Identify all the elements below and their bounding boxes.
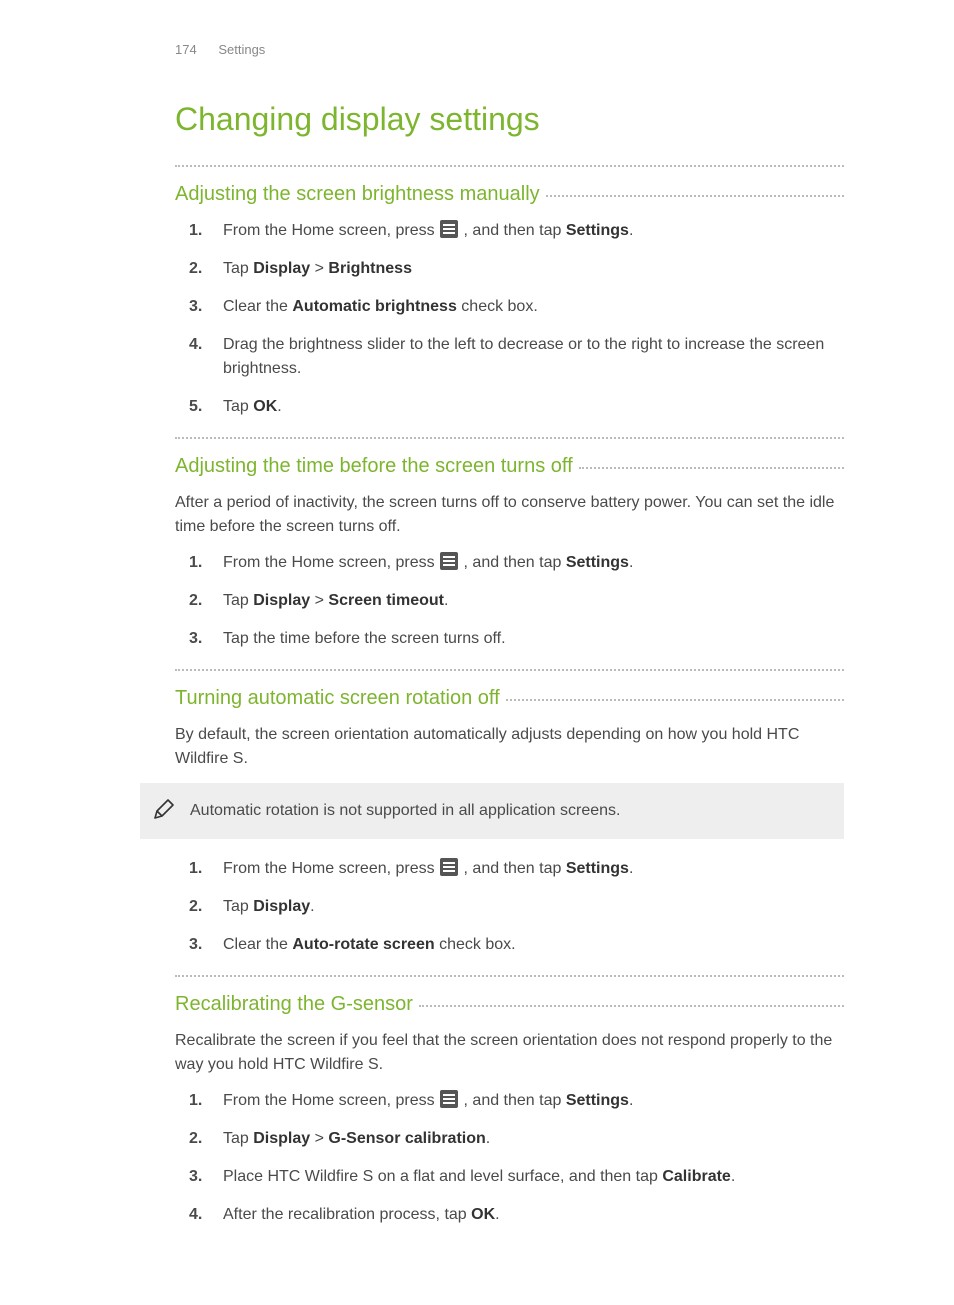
- page-content: 174 Settings Changing display settings A…: [0, 0, 954, 1305]
- steps-list: From the Home screen, press , and then t…: [175, 219, 844, 419]
- dotted-trail: [506, 699, 844, 701]
- divider: [175, 437, 844, 439]
- steps-list: From the Home screen, press , and then t…: [175, 551, 844, 651]
- section-heading: Turning automatic screen rotation off: [175, 683, 506, 713]
- menu-icon: [440, 220, 458, 238]
- dotted-trail: [579, 467, 844, 469]
- page-title: Changing display settings: [175, 95, 844, 143]
- dotted-trail: [419, 1005, 844, 1007]
- divider: [175, 165, 844, 167]
- section-intro: After a period of inactivity, the screen…: [175, 491, 844, 539]
- steps-list: From the Home screen, press , and then t…: [175, 857, 844, 957]
- step-item: After the recalibration process, tap OK.: [175, 1203, 844, 1227]
- header-section-name: Settings: [218, 42, 265, 57]
- note-box: Automatic rotation is not supported in a…: [140, 783, 844, 839]
- section-intro: By default, the screen orientation autom…: [175, 723, 844, 771]
- step-item: From the Home screen, press , and then t…: [175, 1089, 844, 1113]
- section-header: Turning automatic screen rotation off: [175, 683, 844, 713]
- step-item: From the Home screen, press , and then t…: [175, 857, 844, 881]
- section-heading: Adjusting the time before the screen tur…: [175, 451, 579, 481]
- step-item: Tap Display > G-Sensor calibration.: [175, 1127, 844, 1151]
- divider: [175, 669, 844, 671]
- menu-icon: [440, 1090, 458, 1108]
- step-item: Clear the Auto-rotate screen check box.: [175, 933, 844, 957]
- note-text: Automatic rotation is not supported in a…: [190, 802, 620, 819]
- step-item: Clear the Automatic brightness check box…: [175, 295, 844, 319]
- page-header: 174 Settings: [175, 40, 844, 60]
- section-heading: Recalibrating the G-sensor: [175, 989, 419, 1019]
- step-item: From the Home screen, press , and then t…: [175, 219, 844, 243]
- page-number: 174: [175, 42, 197, 57]
- section-intro: Recalibrate the screen if you feel that …: [175, 1029, 844, 1077]
- divider: [175, 975, 844, 977]
- menu-icon: [440, 858, 458, 876]
- step-item: Tap Display > Screen timeout.: [175, 589, 844, 613]
- step-item: Drag the brightness slider to the left t…: [175, 333, 844, 381]
- pencil-icon: [152, 797, 176, 821]
- step-item: Tap the time before the screen turns off…: [175, 627, 844, 651]
- step-item: Tap OK.: [175, 395, 844, 419]
- step-item: Tap Display > Brightness: [175, 257, 844, 281]
- step-item: From the Home screen, press , and then t…: [175, 551, 844, 575]
- section-header: Adjusting the time before the screen tur…: [175, 451, 844, 481]
- section-header: Adjusting the screen brightness manually: [175, 179, 844, 209]
- section-heading: Adjusting the screen brightness manually: [175, 179, 546, 209]
- menu-icon: [440, 552, 458, 570]
- steps-list: From the Home screen, press , and then t…: [175, 1089, 844, 1227]
- step-item: Place HTC Wildfire S on a flat and level…: [175, 1165, 844, 1189]
- step-item: Tap Display.: [175, 895, 844, 919]
- section-header: Recalibrating the G-sensor: [175, 989, 844, 1019]
- dotted-trail: [546, 195, 844, 197]
